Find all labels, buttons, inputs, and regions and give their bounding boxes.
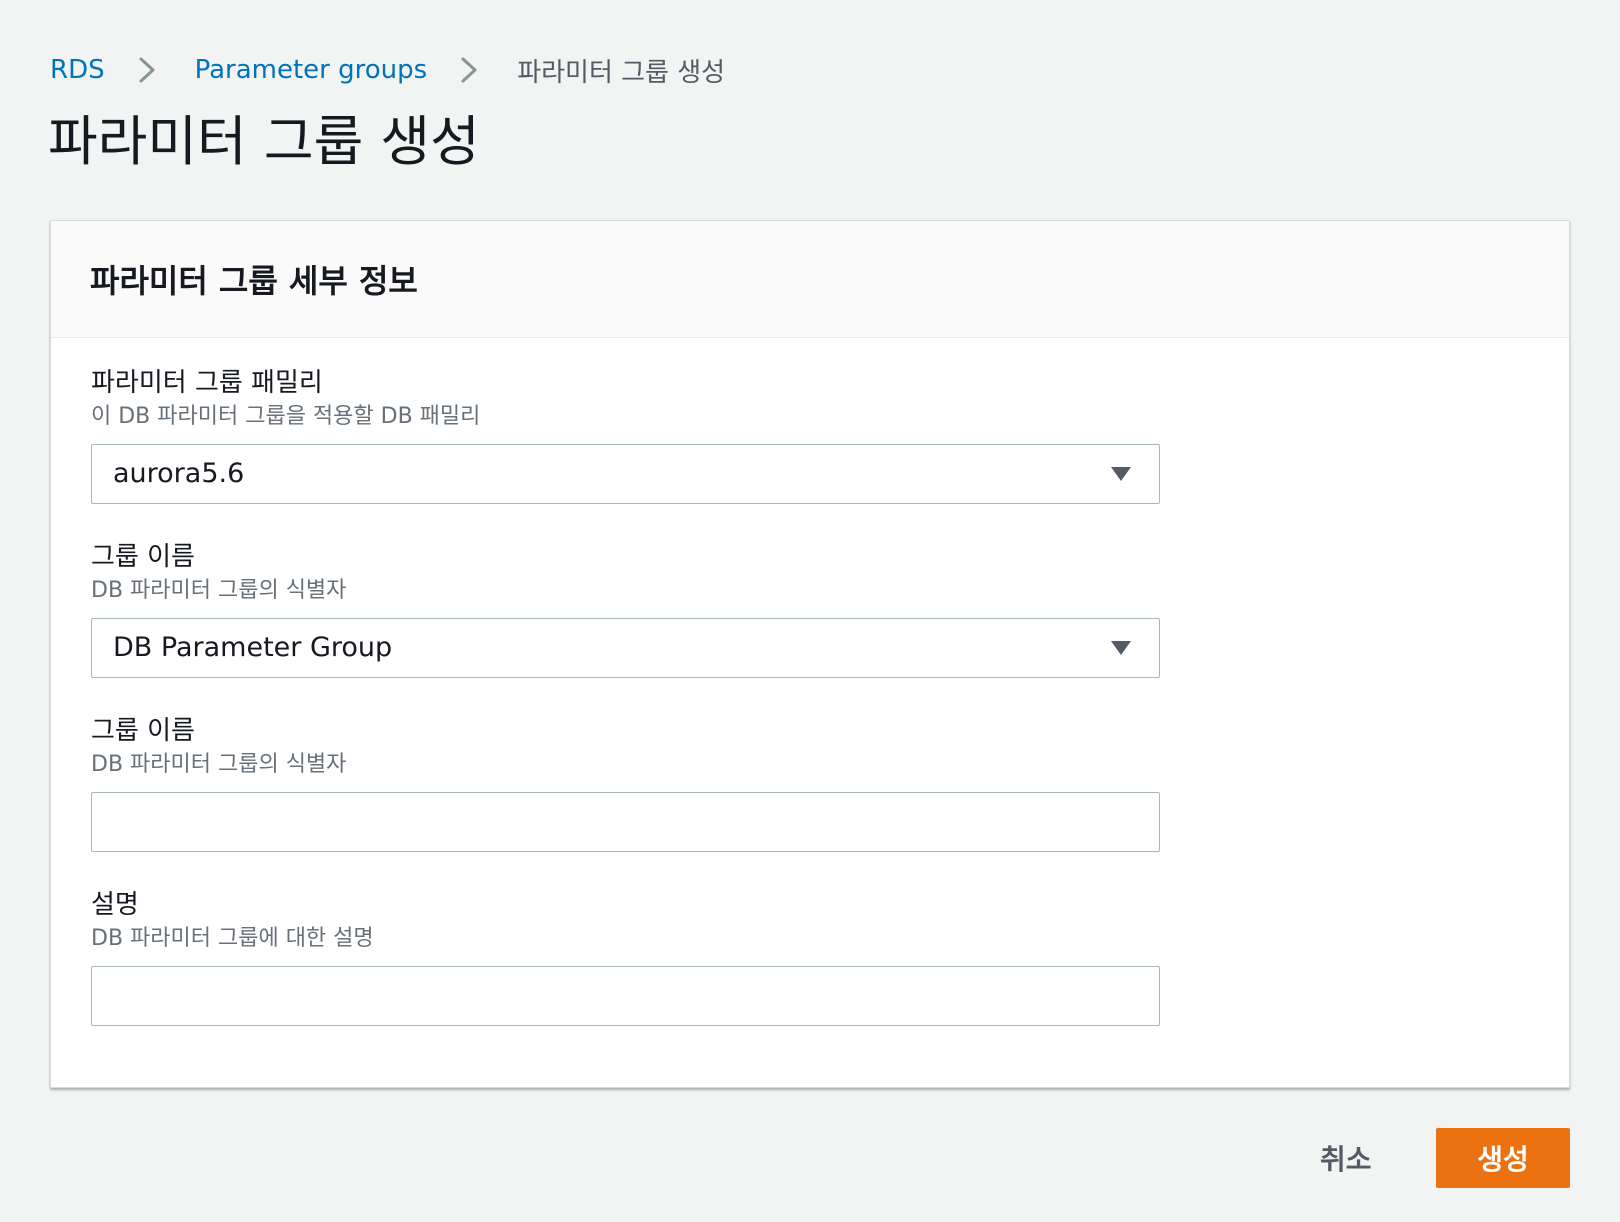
create-button[interactable]: 생성 — [1436, 1128, 1570, 1188]
breadcrumb-current: 파라미터 그룹 생성 — [517, 57, 726, 88]
parameter-group-details-panel: 파라미터 그룹 세부 정보 파라미터 그룹 패밀리 이 DB 파라미터 그룹을 … — [50, 220, 1570, 1088]
caret-down-icon — [1109, 465, 1133, 483]
group-type-select[interactable]: DB Parameter Group — [91, 618, 1160, 678]
group-name-input-wrapper — [91, 792, 1160, 852]
group-name-field: 그룹 이름 DB 파라미터 그룹의 식별자 — [91, 714, 1160, 852]
page: RDS Parameter groups 파라미터 그룹 생성 파라미터 그룹 … — [0, 0, 1620, 1222]
caret-down-icon — [1109, 639, 1133, 657]
page-title: 파라미터 그룹 생성 — [48, 110, 480, 173]
field-label: 파라미터 그룹 패밀리 — [91, 368, 323, 398]
group-type-field: 그룹 이름 DB 파라미터 그룹의 식별자 DB Parameter Group — [91, 540, 1160, 678]
group-name-input[interactable] — [92, 793, 1159, 851]
description-field: 설명 DB 파라미터 그룹에 대한 설명 — [91, 888, 1160, 1026]
breadcrumb-link-rds[interactable]: RDS — [50, 55, 105, 85]
field-description: DB 파라미터 그룹의 식별자 — [91, 578, 347, 603]
field-label: 그룹 이름 — [91, 716, 195, 746]
select-value: DB Parameter Group — [113, 632, 393, 663]
parameter-group-family-field: 파라미터 그룹 패밀리 이 DB 파라미터 그룹을 적용할 DB 패밀리 aur… — [91, 366, 1160, 504]
description-input-wrapper — [91, 966, 1160, 1026]
field-description: 이 DB 파라미터 그룹을 적용할 DB 패밀리 — [91, 404, 481, 429]
field-label: 그룹 이름 — [91, 542, 195, 572]
parameter-group-family-select[interactable]: aurora5.6 — [91, 444, 1160, 504]
field-label: 설명 — [91, 890, 139, 920]
panel-header: 파라미터 그룹 세부 정보 — [51, 221, 1569, 338]
select-value: aurora5.6 — [113, 458, 245, 489]
field-description: DB 파라미터 그룹의 식별자 — [91, 752, 347, 777]
cancel-button[interactable]: 취소 — [1300, 1128, 1392, 1188]
description-input[interactable] — [92, 967, 1159, 1025]
breadcrumb-link-parameter-groups[interactable]: Parameter groups — [195, 55, 428, 85]
chevron-right-icon — [125, 50, 169, 90]
field-description: DB 파라미터 그룹에 대한 설명 — [91, 926, 374, 951]
breadcrumb: RDS Parameter groups 파라미터 그룹 생성 — [50, 50, 725, 90]
panel-title: 파라미터 그룹 세부 정보 — [90, 262, 418, 300]
chevron-right-icon — [447, 50, 491, 90]
